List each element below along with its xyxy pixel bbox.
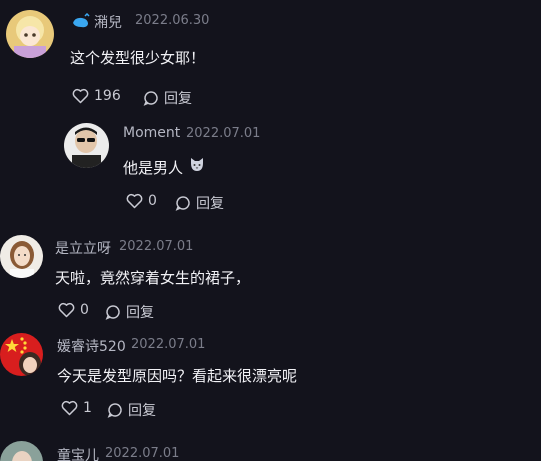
comment-date: 2022.07.01 <box>131 337 206 352</box>
reply-icon <box>105 304 121 320</box>
comment-text: 这个发型很少女耶！ <box>70 49 206 67</box>
like-count: 1 <box>83 400 92 416</box>
username[interactable]: Moment <box>123 125 180 141</box>
like-button[interactable]: 1 <box>61 400 92 416</box>
avatar[interactable] <box>64 123 109 168</box>
avatar[interactable] <box>0 441 43 461</box>
reply-icon <box>107 402 123 418</box>
avatar[interactable] <box>6 10 54 58</box>
heart-icon <box>61 400 78 416</box>
comment-text: 他是男人 <box>123 159 184 177</box>
username[interactable]: 是立立呀 <box>55 238 111 258</box>
avatar[interactable] <box>0 235 43 278</box>
cat-face-icon <box>189 157 205 176</box>
avatar[interactable] <box>0 333 43 376</box>
like-button[interactable]: 196 <box>72 88 121 104</box>
reply-icon <box>175 195 191 211</box>
heart-icon <box>72 88 89 104</box>
comment-text: 今天是发型原因吗？看起来很漂亮呢 <box>57 367 298 385</box>
username[interactable]: 童宝儿 <box>57 445 99 461</box>
reply-button[interactable]: 回复 <box>107 400 156 420</box>
reply-button[interactable]: 回复 <box>175 193 224 213</box>
comment-list: 潲兒 2022.06.30 这个发型很少女耶！ 196 回复 Moment 20… <box>0 0 541 461</box>
username[interactable]: 媛睿诗520 <box>57 336 126 356</box>
heart-icon <box>58 302 75 318</box>
like-count: 0 <box>80 302 89 318</box>
comment-date: 2022.07.01 <box>105 446 180 461</box>
comment-date: 2022.07.01 <box>119 239 194 254</box>
reply-button[interactable]: 回复 <box>105 302 154 322</box>
comment-text: 天啦，竟然穿着女生的裙子， <box>55 269 251 287</box>
like-button[interactable]: 0 <box>126 193 157 209</box>
username[interactable]: 潲兒 <box>94 12 122 32</box>
like-count: 196 <box>94 88 121 104</box>
reply-label: 回复 <box>196 196 224 212</box>
heart-icon <box>126 193 143 209</box>
comment-date: 2022.07.01 <box>186 126 261 141</box>
reply-button[interactable]: 回复 <box>143 88 192 108</box>
comment-date: 2022.06.30 <box>135 13 210 28</box>
reply-label: 回复 <box>128 403 156 419</box>
reply-label: 回复 <box>164 91 192 107</box>
reply-icon <box>143 90 159 106</box>
reply-label: 回复 <box>126 305 154 321</box>
like-count: 0 <box>148 193 157 209</box>
whale-icon <box>72 12 90 33</box>
like-button[interactable]: 0 <box>58 302 89 318</box>
